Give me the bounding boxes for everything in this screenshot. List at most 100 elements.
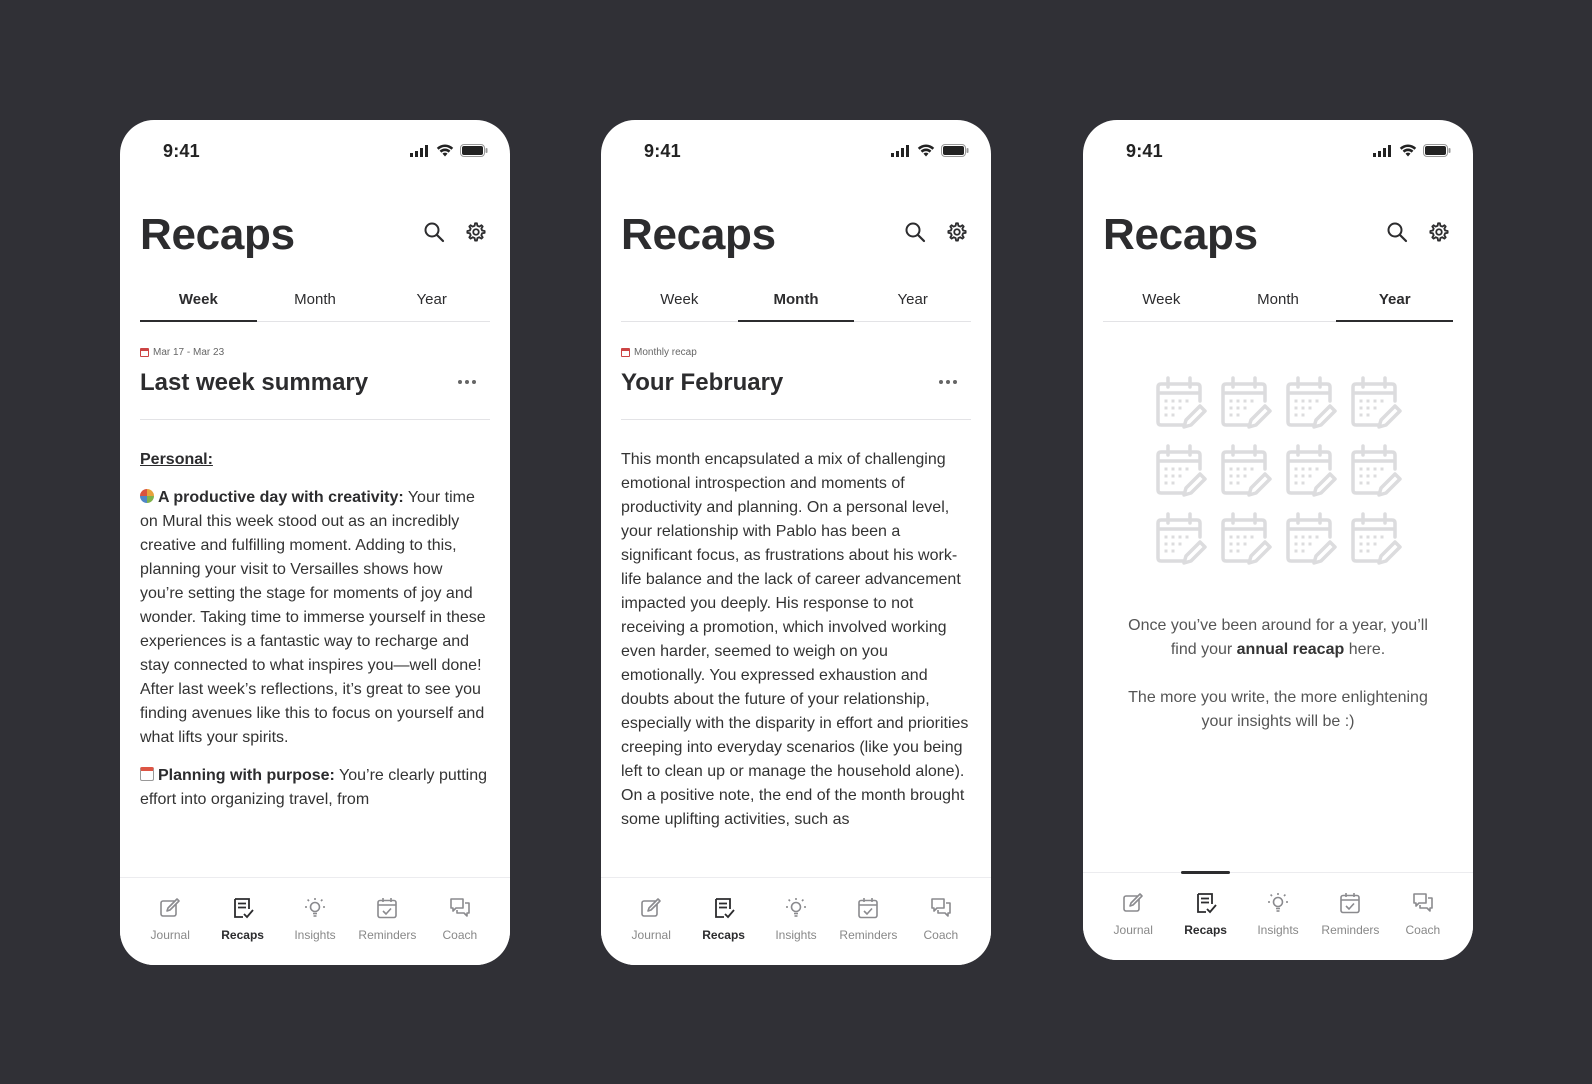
nav-insights[interactable]: Insights [1242,873,1314,960]
lightbulb-icon [786,898,807,917]
status-bar: 9:41 [1083,120,1473,176]
recap-item: Planning with purpose: You’re clearly pu… [140,764,490,812]
status-icons [410,144,488,157]
signal-icon [891,144,909,157]
tab-month[interactable]: Month [1220,282,1337,321]
nav-journal[interactable]: Journal [134,878,206,965]
nav-label: Reminders [1321,923,1380,937]
header: Recaps [140,208,490,264]
status-icons [1373,144,1451,157]
calendar-edit-placeholder-icon [1285,512,1337,565]
battery-icon [941,144,969,157]
more-options-button[interactable] [935,375,961,389]
nav-label: Insights [775,928,817,942]
calendar-check-icon [858,898,879,919]
tab-month[interactable]: Month [257,282,374,321]
recap-heading-row: Your February [621,369,971,409]
tab-week[interactable]: Week [1103,282,1220,321]
tab-week[interactable]: Week [140,282,257,322]
journal-edit-icon [1123,893,1144,912]
recap-item-text: Your time on Mural this week stood out a… [140,489,486,746]
wifi-icon [917,144,935,157]
search-button[interactable] [422,220,446,244]
phone-week-screen: 9:41 Recaps Week Month Year Mar 17 - Mar… [120,120,510,965]
calendar-edit-placeholder-icon [1285,444,1337,497]
phone-year-screen: 9:41 Recaps Week Month Year Once you’ve … [1083,120,1473,960]
nav-insights[interactable]: Insights [760,878,832,965]
recap-content: Mar 17 - Mar 23 Last week summary Person… [140,345,490,877]
calendar-placeholder-grid [1083,375,1473,566]
nav-label: Coach [1405,923,1441,937]
nav-reminders[interactable]: Reminders [1314,873,1386,960]
status-time: 9:41 [163,141,200,161]
nav-journal[interactable]: Journal [615,878,687,965]
recap-content: Monthly recap Your February This month e… [621,345,971,877]
bottom-nav: Journal Recaps Insights Reminders Coach [601,877,991,965]
signal-icon [1373,144,1391,157]
nav-label: Coach [442,928,478,942]
section-label: Personal: [140,451,213,468]
battery-icon [460,144,488,157]
search-button[interactable] [903,220,927,244]
calendar-edit-placeholder-icon [1220,376,1272,429]
nav-label: Journal [150,928,190,942]
tab-month[interactable]: Month [737,282,855,322]
nav-label: Reminders [839,928,898,942]
nav-coach[interactable]: Coach [424,878,496,965]
nav-insights[interactable]: Insights [279,878,351,965]
nav-recaps[interactable]: Recaps [1169,871,1241,960]
nav-reminders[interactable]: Reminders [832,878,904,965]
year-empty-state: Once you’ve been around for a year, you’… [1083,375,1473,734]
search-icon [1387,222,1408,243]
more-options-button[interactable] [454,375,480,389]
calendar-icon [140,347,149,357]
calendar-check-icon [1340,893,1361,914]
battery-icon [1423,144,1451,157]
nav-label: Recaps [1184,923,1227,937]
gear-icon [1429,222,1449,242]
settings-button[interactable] [1427,220,1451,244]
recap-title: Your February [621,369,784,396]
recaps-checklist-icon [233,898,254,919]
empty-state-line-1: Once you’ve been around for a year, you’… [1128,617,1428,658]
recap-label-text: Monthly recap [634,346,697,358]
chat-bubbles-icon [450,898,470,917]
nav-label: Journal [1113,923,1153,937]
gear-icon [947,222,967,242]
settings-button[interactable] [464,220,488,244]
search-icon [905,222,926,243]
divider [140,419,490,420]
recap-item-heading: A productive day with creativity: [158,489,404,506]
period-tabs: Week Month Year [1103,282,1453,322]
tab-year[interactable]: Year [373,282,490,321]
tab-year[interactable]: Year [1336,282,1453,322]
calendar-edit-placeholder-icon [1350,444,1402,497]
nav-label: Insights [294,928,336,942]
calendar-edit-placeholder-icon [1350,376,1402,429]
calendar-check-icon [377,898,398,919]
lightbulb-icon [305,898,326,917]
recap-paragraph: This month encapsulated a mix of challen… [621,451,969,828]
search-button[interactable] [1385,220,1409,244]
nav-recaps[interactable]: Recaps [206,878,278,965]
status-bar: 9:41 [601,120,991,176]
phone-month-screen: 9:41 Recaps Week Month Year Monthly reca… [601,120,991,965]
calendar-edit-placeholder-icon [1155,376,1207,429]
tab-year[interactable]: Year [854,282,971,321]
date-range-text: Mar 17 - Mar 23 [153,346,225,358]
nav-reminders[interactable]: Reminders [351,878,423,965]
calendar-edit-placeholder-icon [1285,376,1337,429]
nav-journal[interactable]: Journal [1097,873,1169,960]
divider [621,419,971,420]
tab-week[interactable]: Week [621,282,738,321]
empty-state-line-2: The more you write, the more enlightenin… [1128,689,1428,730]
nav-label: Reminders [358,928,417,942]
journal-edit-icon [160,898,181,917]
recap-item: A productive day with creativity: Your t… [140,486,490,750]
nav-coach[interactable]: Coach [1387,873,1459,960]
recap-title: Last week summary [140,369,369,396]
settings-button[interactable] [945,220,969,244]
search-icon [424,222,445,243]
nav-recaps[interactable]: Recaps [687,878,759,965]
nav-coach[interactable]: Coach [905,878,977,965]
